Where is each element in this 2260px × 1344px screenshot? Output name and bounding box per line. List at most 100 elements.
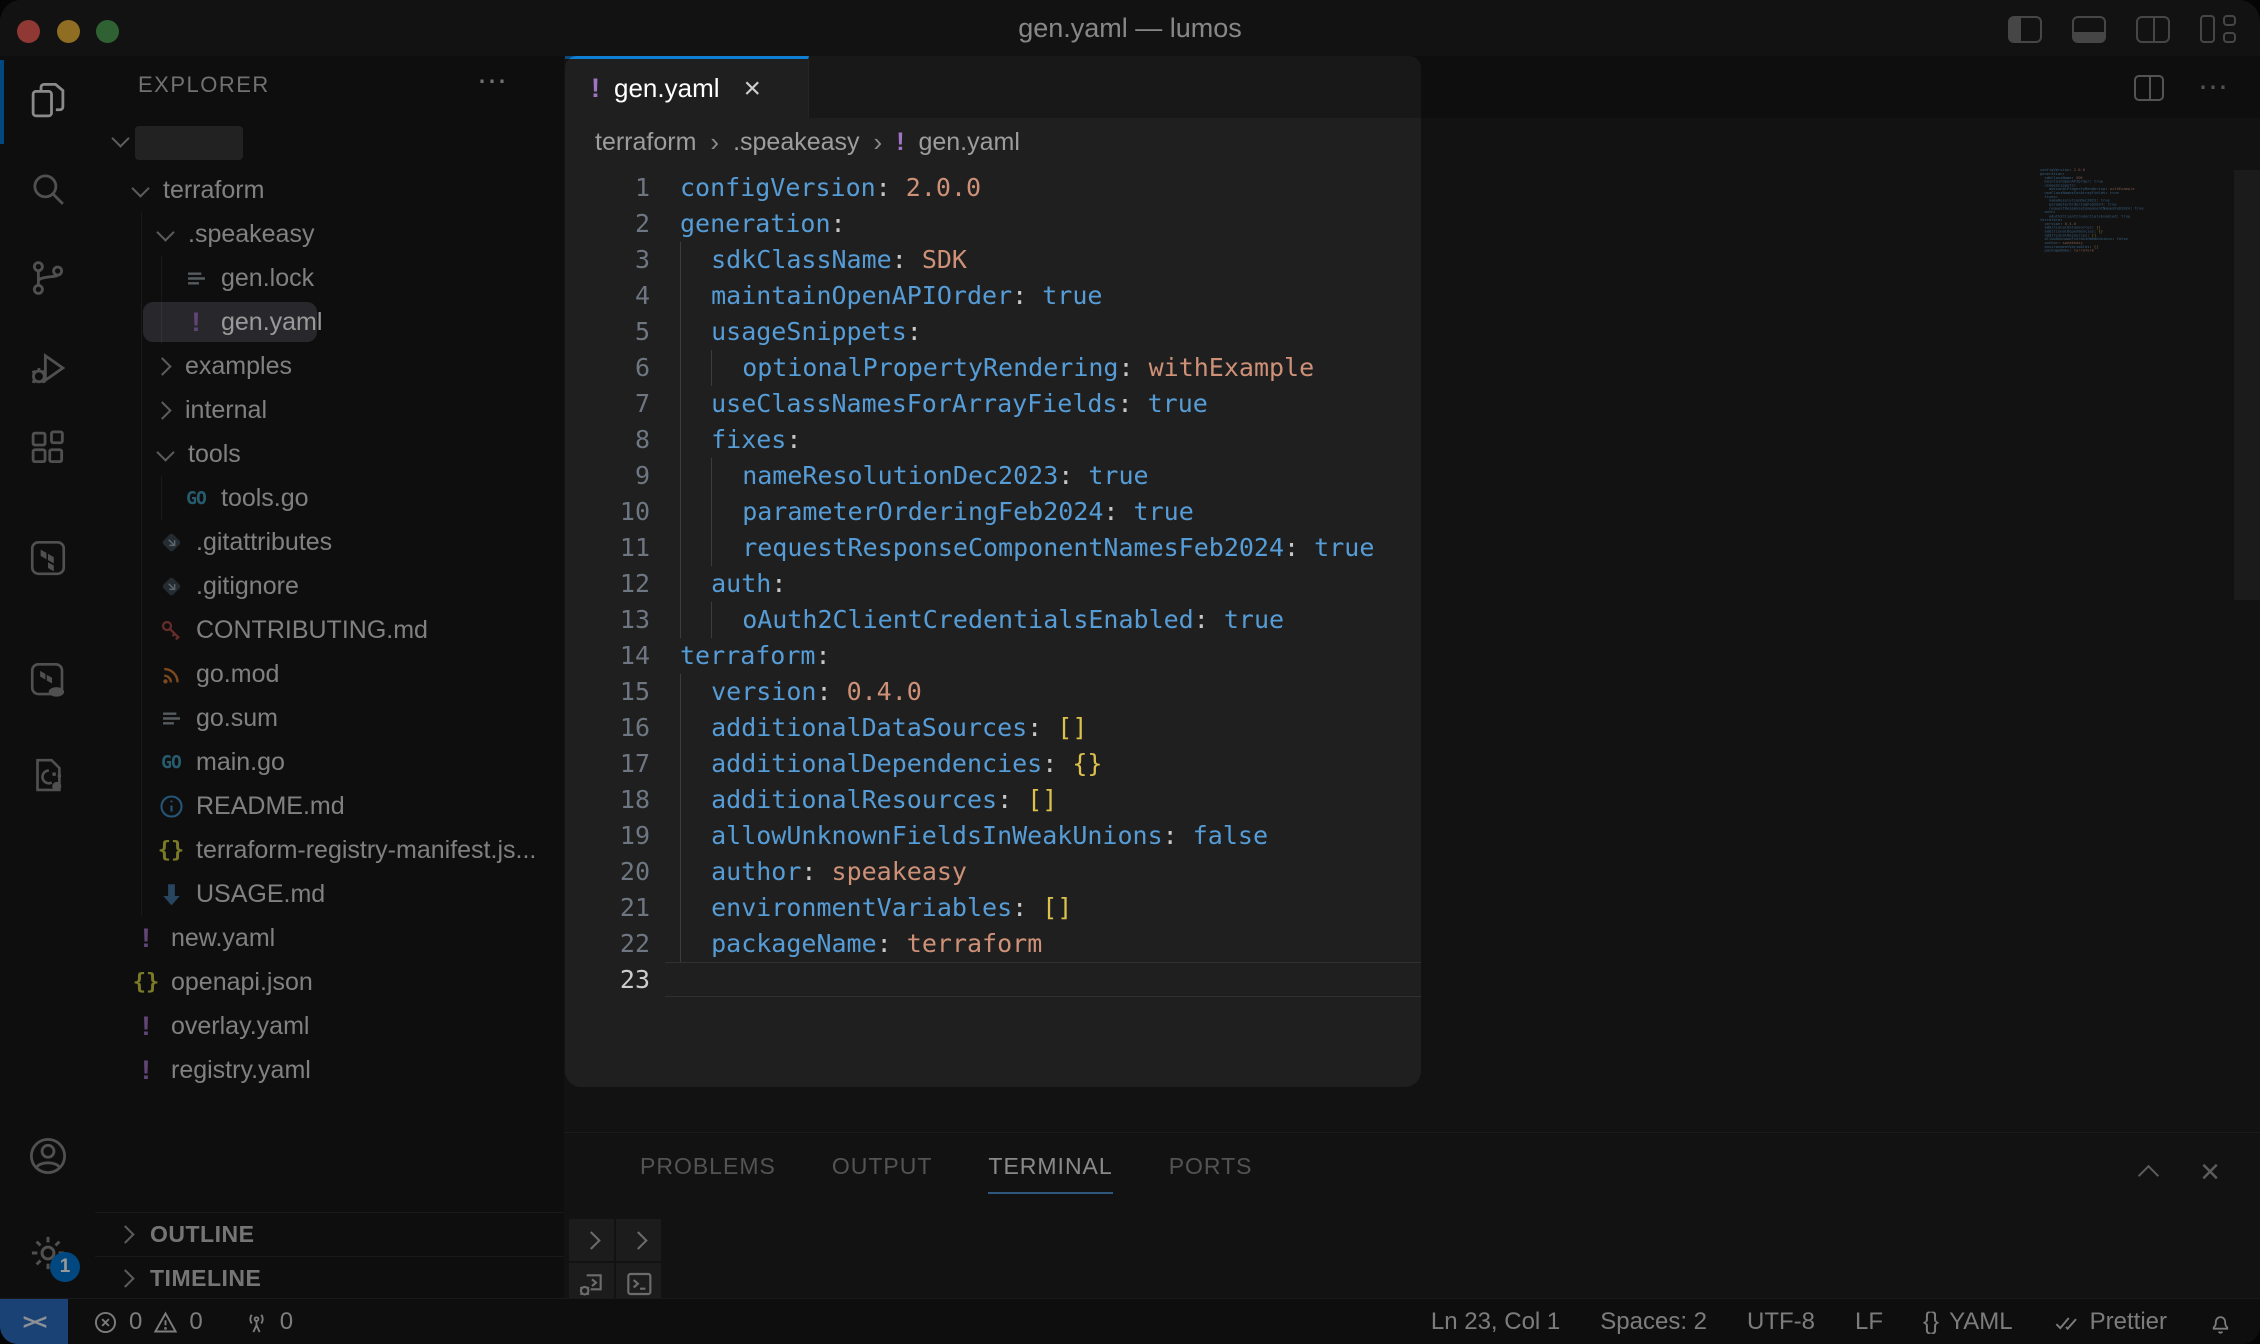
editor-more-actions-icon[interactable]: ⋯ bbox=[2198, 70, 2230, 105]
prompt-chevron-icon[interactable] bbox=[569, 1219, 614, 1261]
breadcrumb-item[interactable]: terraform bbox=[595, 128, 696, 157]
code-line-5[interactable]: 5 usageSnippets: bbox=[565, 314, 2260, 350]
tree-file-new.yaml[interactable]: ! new.yaml bbox=[95, 916, 564, 960]
code-line-17[interactable]: 17 additionalDependencies: {} bbox=[565, 746, 2260, 782]
tree-file-gen.yaml[interactable]: ! gen.yaml bbox=[95, 300, 564, 344]
explorer-icon[interactable] bbox=[27, 80, 69, 122]
indent-guide bbox=[680, 782, 711, 818]
prompt-chevron-icon[interactable] bbox=[616, 1219, 661, 1261]
chevron-right-icon bbox=[116, 1225, 135, 1244]
toggle-panel-icon[interactable] bbox=[2072, 15, 2106, 43]
code-line-14[interactable]: 14 terraform: bbox=[565, 638, 2260, 674]
run-debug-icon[interactable] bbox=[27, 347, 69, 389]
indentation-status[interactable]: Spaces: 2 bbox=[1600, 1308, 1707, 1336]
panel-tab-output[interactable]: OUTPUT bbox=[832, 1153, 933, 1194]
tree-file-terraform-registry-manifest.js...[interactable]: {} terraform-registry-manifest.js... bbox=[95, 828, 564, 872]
panel-tab-problems[interactable]: PROBLEMS bbox=[640, 1153, 776, 1194]
split-editor-icon[interactable] bbox=[2136, 15, 2170, 43]
code-line-16[interactable]: 16 additionalDataSources: [] bbox=[565, 710, 2260, 746]
code-line-10[interactable]: 10 parameterOrderingFeb2024: true bbox=[565, 494, 2260, 530]
code-line-12[interactable]: 12 auth: bbox=[565, 566, 2260, 602]
minimap[interactable]: configVersion: 2.0.0 generation: sdkClass… bbox=[2040, 168, 2150, 468]
customize-layout-icon[interactable] bbox=[2200, 15, 2236, 43]
code-line-23[interactable]: 23 bbox=[565, 962, 2260, 998]
tree-file-README.md[interactable]: README.md bbox=[95, 784, 564, 828]
panel-tab-terminal[interactable]: TERMINAL bbox=[988, 1153, 1113, 1194]
bottom-panel: PROBLEMS OUTPUT TERMINAL PORTS × bbox=[565, 1132, 2260, 1305]
breadcrumb-item[interactable]: .speakeasy bbox=[733, 128, 859, 157]
tree-file-CONTRIBUTING.md[interactable]: CONTRIBUTING.md bbox=[95, 608, 564, 652]
code-line-21[interactable]: 21 environmentVariables: [] bbox=[565, 890, 2260, 926]
encoding-status[interactable]: UTF-8 bbox=[1747, 1308, 1815, 1336]
tree-folder-internal[interactable]: internal bbox=[95, 388, 564, 432]
code-line-2[interactable]: 2 generation: bbox=[565, 206, 2260, 242]
tree-folder-terraform[interactable]: terraform bbox=[95, 168, 564, 212]
language-status[interactable]: {} YAML bbox=[1923, 1308, 2013, 1336]
search-icon[interactable] bbox=[27, 168, 69, 210]
code-line-6[interactable]: 6 optionalPropertyRendering: withExample bbox=[565, 350, 2260, 386]
tree-file-main.go[interactable]: GO main.go bbox=[95, 740, 564, 784]
code-line-20[interactable]: 20 author: speakeasy bbox=[565, 854, 2260, 890]
code-line-7[interactable]: 7 useClassNamesForArrayFields: true bbox=[565, 386, 2260, 422]
remote-indicator[interactable]: >< bbox=[0, 1299, 68, 1344]
code-line-3[interactable]: 3 sdkClassName: SDK bbox=[565, 242, 2260, 278]
panel-close-icon[interactable]: × bbox=[2200, 1155, 2220, 1189]
account-icon[interactable] bbox=[27, 1135, 69, 1177]
formatter-status[interactable]: Prettier bbox=[2053, 1308, 2167, 1336]
terraform-cloud-icon[interactable] bbox=[27, 659, 69, 701]
cursor-position[interactable]: Ln 23, Col 1 bbox=[1431, 1308, 1560, 1336]
problems-status[interactable]: 0 0 bbox=[92, 1308, 203, 1336]
code-line-4[interactable]: 4 maintainOpenAPIOrder: true bbox=[565, 278, 2260, 314]
editor-group: ! gen.yaml × ⋯ terraform › .speakeasy ›! ge… bbox=[565, 56, 2260, 1305]
notifications-bell-icon[interactable] bbox=[2207, 1309, 2234, 1336]
tree-file-gen.lock[interactable]: gen.lock bbox=[95, 256, 564, 300]
eol-status[interactable]: LF bbox=[1855, 1308, 1883, 1336]
tree-item-label: openapi.json bbox=[171, 967, 313, 996]
source-control-icon[interactable] bbox=[27, 257, 69, 299]
tree-file-registry.yaml[interactable]: ! registry.yaml bbox=[95, 1048, 564, 1092]
code-line-9[interactable]: 9 nameResolutionDec2023: true bbox=[565, 458, 2260, 494]
code-line-1[interactable]: 1 configVersion: 2.0.0 bbox=[565, 170, 2260, 206]
code-line-8[interactable]: 8 fixes: bbox=[565, 422, 2260, 458]
terraform-icon[interactable] bbox=[27, 537, 69, 579]
toggle-sidebar-icon[interactable] bbox=[2008, 15, 2042, 43]
panel-maximize-icon[interactable] bbox=[2138, 1164, 2160, 1186]
tree-file-tools.go[interactable]: GO tools.go bbox=[95, 476, 564, 520]
code-line-18[interactable]: 18 additionalResources: [] bbox=[565, 782, 2260, 818]
code-line-19[interactable]: 19 allowUnknownFieldsInWeakUnions: false bbox=[565, 818, 2260, 854]
workspace-root-row[interactable] bbox=[95, 118, 564, 168]
tab-gen-yaml[interactable]: ! gen.yaml × bbox=[565, 56, 809, 118]
tree-file-go.mod[interactable]: go.mod bbox=[95, 652, 564, 696]
ports-status[interactable]: 0 bbox=[243, 1308, 293, 1336]
cpp-tools-icon[interactable] bbox=[27, 754, 69, 796]
tree-file-.gitattributes[interactable]: .gitattributes bbox=[95, 520, 564, 564]
indent-guide bbox=[680, 530, 711, 566]
extensions-icon[interactable] bbox=[27, 427, 69, 469]
code-line-15[interactable]: 15 version: 0.4.0 bbox=[565, 674, 2260, 710]
code-line-13[interactable]: 13 oAuth2ClientCredentialsEnabled: true bbox=[565, 602, 2260, 638]
tree-file-openapi.json[interactable]: {} openapi.json bbox=[95, 960, 564, 1004]
code-line-11[interactable]: 11 requestResponseComponentNamesFeb2024: … bbox=[565, 530, 2260, 566]
tree-item-label: new.yaml bbox=[171, 923, 276, 952]
timeline-section-header[interactable]: TIMELINE bbox=[95, 1256, 564, 1300]
tree-folder-tools[interactable]: tools bbox=[95, 432, 564, 476]
tree-folder-.speakeasy[interactable]: .speakeasy bbox=[95, 212, 564, 256]
explorer-more-actions[interactable]: ⋯ bbox=[477, 64, 509, 99]
outline-section-header[interactable]: OUTLINE bbox=[95, 1212, 564, 1256]
split-editor-icon[interactable] bbox=[2134, 74, 2164, 101]
tree-file-.gitignore[interactable]: .gitignore bbox=[95, 564, 564, 608]
line-number: 15 bbox=[619, 677, 650, 706]
tree-folder-examples[interactable]: examples bbox=[95, 344, 564, 388]
tree-file-go.sum[interactable]: go.sum bbox=[95, 696, 564, 740]
editor-scrollbar[interactable] bbox=[2234, 170, 2260, 600]
tree-file-USAGE.md[interactable]: USAGE.md bbox=[95, 872, 564, 916]
code-line-22[interactable]: 22 packageName: terraform bbox=[565, 926, 2260, 962]
line-number: 11 bbox=[619, 533, 650, 562]
activity-bar: 1 bbox=[0, 56, 95, 1298]
indent-guide bbox=[680, 458, 711, 494]
tree-file-overlay.yaml[interactable]: ! overlay.yaml bbox=[95, 1004, 564, 1048]
tab-close-icon[interactable]: × bbox=[744, 73, 762, 104]
breadcrumb-item[interactable]: ! gen.yaml bbox=[896, 128, 1020, 157]
tree-item-label: go.sum bbox=[196, 703, 278, 732]
panel-tab-ports[interactable]: PORTS bbox=[1169, 1153, 1253, 1194]
